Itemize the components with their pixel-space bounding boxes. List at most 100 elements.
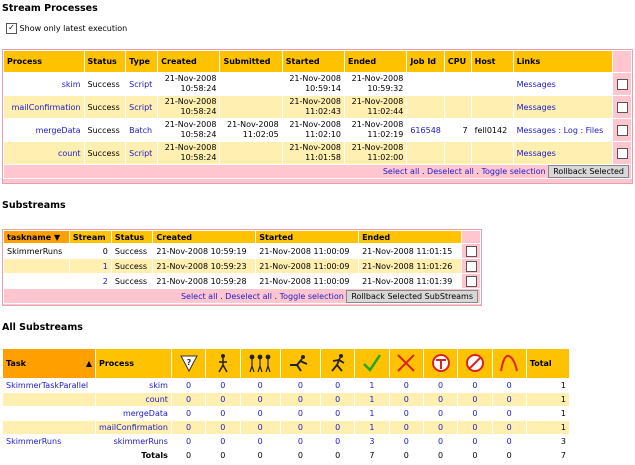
- sp-col-header-job-id[interactable]: Job Id: [406, 50, 445, 73]
- summary-count-link[interactable]: 0: [205, 392, 241, 407]
- sp-col-header-started[interactable]: Started: [281, 50, 346, 73]
- summary-count-link[interactable]: 1: [354, 378, 390, 393]
- process-select-checkbox[interactable]: [616, 124, 628, 136]
- substream-stream-link[interactable]: 2: [68, 273, 112, 289]
- summary-process-link[interactable]: mailConfirmation: [95, 420, 172, 435]
- summary-task-link[interactable]: [2, 420, 96, 435]
- summary-task-link[interactable]: SkimmerRuns: [2, 434, 96, 449]
- sp-col-header-submitted[interactable]: Submitted: [219, 50, 283, 73]
- sub-col-header-taskname[interactable]: taskname ▼: [3, 230, 70, 244]
- summary-count-link[interactable]: 0: [457, 378, 493, 393]
- summary-count-link[interactable]: 0: [279, 406, 322, 421]
- summary-count-link[interactable]: 0: [320, 420, 356, 435]
- summary-process-link[interactable]: count: [95, 392, 172, 407]
- summary-count-link[interactable]: 0: [239, 392, 281, 407]
- sub-col-header-stream[interactable]: Stream: [68, 230, 112, 244]
- process-name-link[interactable]: skim: [3, 72, 85, 96]
- rollback-selected-button[interactable]: Rollback Selected: [548, 165, 629, 178]
- sub-deselect-all-link[interactable]: Deselect all: [225, 292, 272, 301]
- sub-select-all-link[interactable]: Select all: [181, 292, 218, 301]
- summary-count-link[interactable]: 1: [354, 406, 390, 421]
- summary-count-link[interactable]: 1: [354, 392, 390, 407]
- process-type-link[interactable]: Batch: [125, 118, 159, 142]
- summary-process-link[interactable]: skim: [95, 378, 172, 393]
- col-header-check[interactable]: [354, 348, 390, 379]
- process-links[interactable]: Messages: [512, 95, 614, 119]
- latest-execution-checkbox[interactable]: ✓: [6, 23, 17, 34]
- summary-count-link[interactable]: 0: [205, 420, 241, 435]
- process-name-link[interactable]: count: [3, 141, 85, 165]
- summary-count-link[interactable]: 0: [239, 406, 281, 421]
- summary-count-link[interactable]: 0: [388, 434, 424, 449]
- col-header-running[interactable]: [320, 348, 356, 379]
- summary-count-link[interactable]: 0: [239, 420, 281, 435]
- summary-count-link[interactable]: 0: [320, 378, 356, 393]
- summary-count-link[interactable]: 0: [170, 434, 207, 449]
- sp-col-header-status[interactable]: Status: [83, 50, 127, 73]
- summary-task-link[interactable]: [2, 406, 96, 421]
- substream-select-checkbox[interactable]: [465, 245, 477, 257]
- sp-col-header-created[interactable]: Created: [157, 50, 221, 73]
- process-jobid-link[interactable]: [406, 141, 445, 165]
- summary-count-link[interactable]: 0: [422, 406, 459, 421]
- process-select-checkbox[interactable]: [616, 101, 628, 113]
- summary-task-link[interactable]: [2, 392, 96, 407]
- process-jobid-link[interactable]: [406, 72, 445, 96]
- process-name-link[interactable]: mailConfirmation: [3, 95, 85, 119]
- substream-select-checkbox[interactable]: [465, 275, 477, 287]
- rollback-substreams-button[interactable]: Rollback Selected SubStreams: [346, 289, 478, 303]
- substream-stream-link[interactable]: 0: [68, 243, 112, 259]
- summary-count-link[interactable]: 0: [279, 434, 322, 449]
- summary-count-link[interactable]: 0: [320, 434, 356, 449]
- sp-select-all-link[interactable]: Select all: [383, 167, 420, 176]
- col-header-total[interactable]: Total: [525, 348, 571, 379]
- summary-count-link[interactable]: 0: [205, 378, 241, 393]
- col-header-stop[interactable]: [422, 348, 459, 379]
- summary-count-link[interactable]: 0: [491, 434, 527, 449]
- sub-col-header-status[interactable]: Status: [110, 230, 154, 244]
- col-header-task[interactable]: Task ▲: [2, 348, 96, 379]
- process-type-link[interactable]: Script: [125, 95, 159, 119]
- summary-count-link[interactable]: 0: [388, 420, 424, 435]
- col-header-process[interactable]: Process: [95, 348, 172, 379]
- summary-count-link[interactable]: 0: [170, 406, 207, 421]
- summary-count-link[interactable]: 0: [170, 392, 207, 407]
- process-links[interactable]: Messages: [512, 141, 614, 165]
- summary-count-link[interactable]: 0: [279, 420, 322, 435]
- summary-count-link[interactable]: 0: [422, 378, 459, 393]
- summary-count-link[interactable]: 0: [491, 406, 527, 421]
- sub-col-header-ended[interactable]: Ended: [358, 230, 462, 244]
- process-links[interactable]: Messages : Log : Files: [512, 118, 614, 142]
- summary-count-link[interactable]: 0: [170, 378, 207, 393]
- sp-col-header-type[interactable]: Type: [125, 50, 159, 73]
- substream-stream-link[interactable]: 1: [68, 258, 112, 274]
- process-select-checkbox[interactable]: [616, 78, 628, 90]
- summary-count-link[interactable]: 0: [457, 392, 493, 407]
- sp-deselect-all-link[interactable]: Deselect all: [427, 167, 474, 176]
- sub-col-header-started[interactable]: Started: [255, 230, 360, 244]
- sp-toggle-selection-link[interactable]: Toggle selection: [481, 167, 545, 176]
- summary-count-link[interactable]: 0: [170, 420, 207, 435]
- sp-col-header-host[interactable]: Host: [470, 50, 514, 73]
- col-header-waiting[interactable]: ?: [170, 348, 207, 379]
- summary-count-link[interactable]: 0: [320, 406, 356, 421]
- summary-count-link[interactable]: 0: [491, 378, 527, 393]
- summary-count-link[interactable]: 0: [422, 420, 459, 435]
- summary-count-link[interactable]: 0: [491, 392, 527, 407]
- summary-count-link[interactable]: 0: [422, 434, 459, 449]
- summary-count-link[interactable]: 0: [388, 406, 424, 421]
- summary-count-link[interactable]: 0: [457, 434, 493, 449]
- summary-count-link[interactable]: 0: [239, 378, 281, 393]
- summary-count-link[interactable]: 0: [279, 392, 322, 407]
- sub-col-header-created[interactable]: Created: [152, 230, 257, 244]
- summary-count-link[interactable]: 0: [320, 392, 356, 407]
- col-header-no-entry[interactable]: [457, 348, 493, 379]
- summary-count-link[interactable]: 0: [205, 434, 241, 449]
- process-select-checkbox[interactable]: [616, 147, 628, 159]
- substream-select-checkbox[interactable]: [465, 260, 477, 272]
- summary-count-link[interactable]: 1: [354, 420, 390, 435]
- col-header-x[interactable]: [388, 348, 424, 379]
- summary-count-link[interactable]: 0: [457, 406, 493, 421]
- col-header-running-fast[interactable]: [279, 348, 322, 379]
- sp-col-header-process[interactable]: Process: [3, 50, 85, 73]
